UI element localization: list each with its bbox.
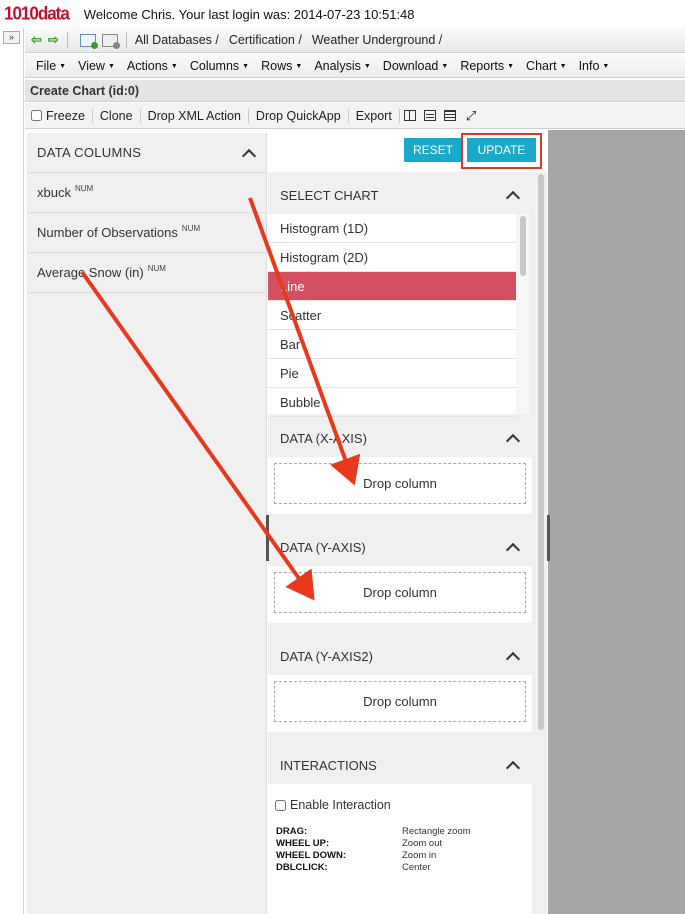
separator xyxy=(125,32,127,48)
y-axis2-title: DATA (Y-AXIS2) xyxy=(280,648,373,664)
menu-actions[interactable]: Actions ▼ xyxy=(127,59,178,73)
chart-option-bar[interactable]: Bar xyxy=(268,330,516,359)
new-window-icon[interactable] xyxy=(79,33,98,49)
collapse-chevron-icon[interactable] xyxy=(506,651,520,661)
button-row: RESET UPDATE xyxy=(268,130,547,172)
menu-chart[interactable]: Chart ▼ xyxy=(526,59,567,73)
export-button[interactable]: Export xyxy=(349,108,400,123)
freeze-checkbox[interactable] xyxy=(31,110,42,121)
drop-xml-action-button[interactable]: Drop XML Action xyxy=(141,108,249,123)
chart-type-list: Histogram (1D) Histogram (2D) Line Scatt… xyxy=(268,214,516,417)
menu-info[interactable]: Info ▼ xyxy=(579,59,610,73)
y-axis2-drop-zone[interactable]: Drop column xyxy=(274,681,526,722)
y-axis-section: DATA (Y-AXIS) Drop column xyxy=(268,528,532,623)
interaction-bindings: DRAG: Rectangle zoom WHEEL UP: Zoom out … xyxy=(268,826,532,873)
left-resize-handle[interactable] xyxy=(266,515,269,561)
welcome-message: Welcome Chris. Your last login was: 2014… xyxy=(83,6,415,22)
clone-button[interactable]: Clone xyxy=(93,108,141,123)
breadcrumb-weather[interactable]: Weather Underground / xyxy=(312,33,442,47)
interactions-body: Enable Interaction DRAG: Rectangle zoom … xyxy=(268,784,532,914)
logo: 1010data xyxy=(4,3,70,24)
reset-button[interactable]: RESET xyxy=(404,138,462,162)
binding-value: Rectangle zoom xyxy=(402,826,471,837)
breadcrumb-databases[interactable]: All Databases / xyxy=(135,33,219,47)
menu-columns[interactable]: Columns ▼ xyxy=(190,59,249,73)
chart-option-line[interactable]: Line xyxy=(268,272,516,301)
enable-interaction-toggle[interactable]: Enable Interaction xyxy=(268,798,532,812)
column-item[interactable]: xbuck NUM xyxy=(27,173,266,213)
binding-key: WHEEL UP: xyxy=(276,838,330,849)
select-chart-header: SELECT CHART xyxy=(268,176,532,214)
chart-option-pie[interactable]: Pie xyxy=(268,359,516,388)
x-axis-drop-zone[interactable]: Drop column xyxy=(274,463,526,504)
y-axis-title: DATA (Y-AXIS) xyxy=(280,539,366,555)
binding-key: DBLCLICK: xyxy=(276,862,328,873)
column-item[interactable]: Number of Observations NUM xyxy=(27,213,266,253)
fullscreen-icon[interactable]: ⤢ xyxy=(466,108,476,124)
y-axis2-header: DATA (Y-AXIS2) xyxy=(268,637,532,675)
column-item[interactable]: Average Snow (in) NUM xyxy=(27,253,266,293)
left-collapse-strip: » xyxy=(0,28,24,914)
menu-file[interactable]: File ▼ xyxy=(36,59,66,73)
y-axis-drop-zone[interactable]: Drop column xyxy=(274,572,526,613)
binding-value: Center xyxy=(402,862,431,873)
y-axis2-section: DATA (Y-AXIS2) Drop column xyxy=(268,637,532,732)
interactions-header: INTERACTIONS xyxy=(268,746,532,784)
open-window-icon[interactable] xyxy=(101,33,120,49)
menu-view[interactable]: View ▼ xyxy=(78,59,115,73)
collapse-chevron-icon[interactable] xyxy=(506,542,520,552)
chart-preview-area xyxy=(548,130,685,914)
enable-interaction-checkbox[interactable] xyxy=(275,799,286,811)
menu-bar: File ▼ View ▼ Actions ▼ Columns ▼ Rows ▼ Anal… xyxy=(25,54,685,78)
chart-option-histogram-1d[interactable]: Histogram (1D) xyxy=(268,214,516,243)
config-panel-scrollbar[interactable] xyxy=(537,172,545,732)
right-resize-handle[interactable] xyxy=(547,515,550,561)
back-arrow-icon[interactable]: ⇦ xyxy=(31,32,42,48)
interactions-title: INTERACTIONS xyxy=(280,757,377,773)
grid-layout-icon[interactable] xyxy=(443,110,456,121)
binding-key: WHEEL DOWN: xyxy=(276,850,347,861)
data-columns-panel: DATA COLUMNS xbuck NUM Number of Observat… xyxy=(27,133,267,914)
chart-option-histogram-2d[interactable]: Histogram (2D) xyxy=(268,243,516,272)
separator xyxy=(66,32,68,48)
window-title: Create Chart (id:0) xyxy=(30,83,140,98)
drop-quickapp-button[interactable]: Drop QuickApp xyxy=(249,108,349,123)
binding-value: Zoom in xyxy=(402,850,437,861)
y-axis-header: DATA (Y-AXIS) xyxy=(268,528,532,566)
columns-layout-icon[interactable] xyxy=(403,110,416,121)
collapse-chevron-icon[interactable] xyxy=(506,760,520,770)
interactions-section: INTERACTIONS Enable Interaction DRAG: Re… xyxy=(268,746,532,914)
data-columns-title: DATA COLUMNS xyxy=(37,145,142,160)
expand-sidebar-button[interactable]: » xyxy=(3,31,20,44)
menu-analysis[interactable]: Analysis ▼ xyxy=(314,59,370,73)
chart-option-bubble[interactable]: Bubble xyxy=(268,388,516,417)
chart-list-scrollbar[interactable] xyxy=(516,214,530,414)
menu-download[interactable]: Download ▼ xyxy=(383,59,449,73)
top-bar: 1010data Welcome Chris. Your last login … xyxy=(0,0,685,28)
collapse-chevron-icon[interactable] xyxy=(242,148,256,158)
select-chart-section: SELECT CHART xyxy=(268,176,532,214)
x-axis-title: DATA (X-AXIS) xyxy=(280,430,367,446)
x-axis-section: DATA (X-AXIS) Drop column xyxy=(268,419,532,514)
data-columns-header: DATA COLUMNS xyxy=(27,133,266,173)
update-button[interactable]: UPDATE xyxy=(467,138,536,162)
breadcrumb-certification[interactable]: Certification / xyxy=(229,33,302,47)
collapse-chevron-icon[interactable] xyxy=(506,190,520,200)
x-axis-header: DATA (X-AXIS) xyxy=(268,419,532,457)
binding-value: Zoom out xyxy=(402,838,443,849)
window-title-bar: Create Chart (id:0) xyxy=(25,80,685,102)
chart-config-panel: RESET UPDATE SELECT CHART Histogram (1D)… xyxy=(268,130,547,914)
menu-reports[interactable]: Reports ▼ xyxy=(460,59,514,73)
select-chart-title: SELECT CHART xyxy=(280,187,379,203)
forward-arrow-icon[interactable]: ⇨ xyxy=(48,32,59,48)
collapse-chevron-icon[interactable] xyxy=(506,433,520,443)
action-bar: Freeze Clone Drop XML Action Drop QuickA… xyxy=(25,103,685,129)
menu-rows[interactable]: Rows ▼ xyxy=(261,59,302,73)
binding-key: DRAG: xyxy=(276,826,308,837)
nav-toolbar: ⇦ ⇨ All Databases / Certification / Weat… xyxy=(25,28,685,53)
rows-layout-icon[interactable] xyxy=(423,110,436,121)
freeze-toggle[interactable]: Freeze xyxy=(31,108,93,123)
chart-option-scatter[interactable]: Scatter xyxy=(268,301,516,330)
